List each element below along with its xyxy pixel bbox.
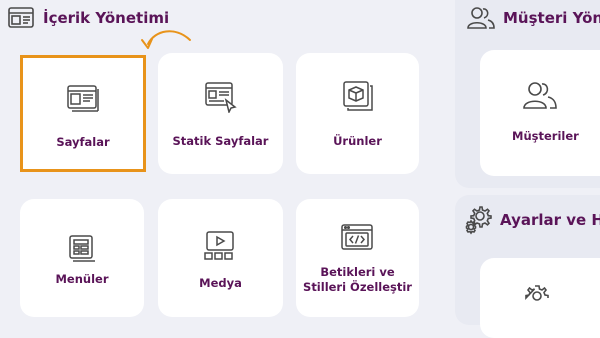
card-menus-label: Menüler — [55, 272, 109, 286]
settings-title: Ayarlar ve Hiz — [500, 211, 600, 229]
customer-management-title: Müşteri Yönet — [503, 9, 600, 27]
card-products-label: Ürünler — [333, 134, 382, 148]
products-icon — [296, 79, 419, 113]
card-customers-label: Müşteriler — [512, 129, 579, 143]
customers-icon — [480, 80, 600, 110]
media-icon — [158, 229, 283, 261]
card-customers[interactable]: Müşteriler — [480, 50, 600, 176]
menus-icon — [20, 233, 144, 265]
card-pages-label: Sayfalar — [56, 135, 110, 149]
card-menus[interactable]: Menüler — [20, 199, 144, 317]
content-management-icon — [6, 3, 36, 33]
card-scripts-styles-label: Betikleri ve Stilleri Özelleştir — [303, 265, 412, 294]
card-media[interactable]: Medya — [158, 199, 283, 317]
settings-header: Ayarlar ve Hiz — [463, 205, 600, 235]
card-scripts-styles[interactable]: Betikleri ve Stilleri Özelleştir — [296, 199, 419, 317]
card-media-label: Medya — [199, 276, 242, 290]
gear-icon — [463, 205, 493, 235]
users-icon — [466, 3, 496, 33]
card-static-pages[interactable]: Statik Sayfalar — [158, 53, 283, 174]
card-pages[interactable]: Sayfalar — [20, 55, 146, 172]
card-static-pages-label: Statik Sayfalar — [172, 134, 269, 148]
static-pages-icon — [158, 81, 283, 113]
customer-management-header: Müşteri Yönet — [466, 3, 600, 33]
gear-icon — [480, 284, 600, 304]
card-products[interactable]: Ürünler — [296, 53, 419, 174]
pages-icon — [23, 84, 143, 114]
content-management-title: İçerik Yönetimi — [43, 9, 170, 27]
scripts-styles-icon — [296, 223, 419, 253]
card-settings-item[interactable] — [480, 258, 600, 338]
